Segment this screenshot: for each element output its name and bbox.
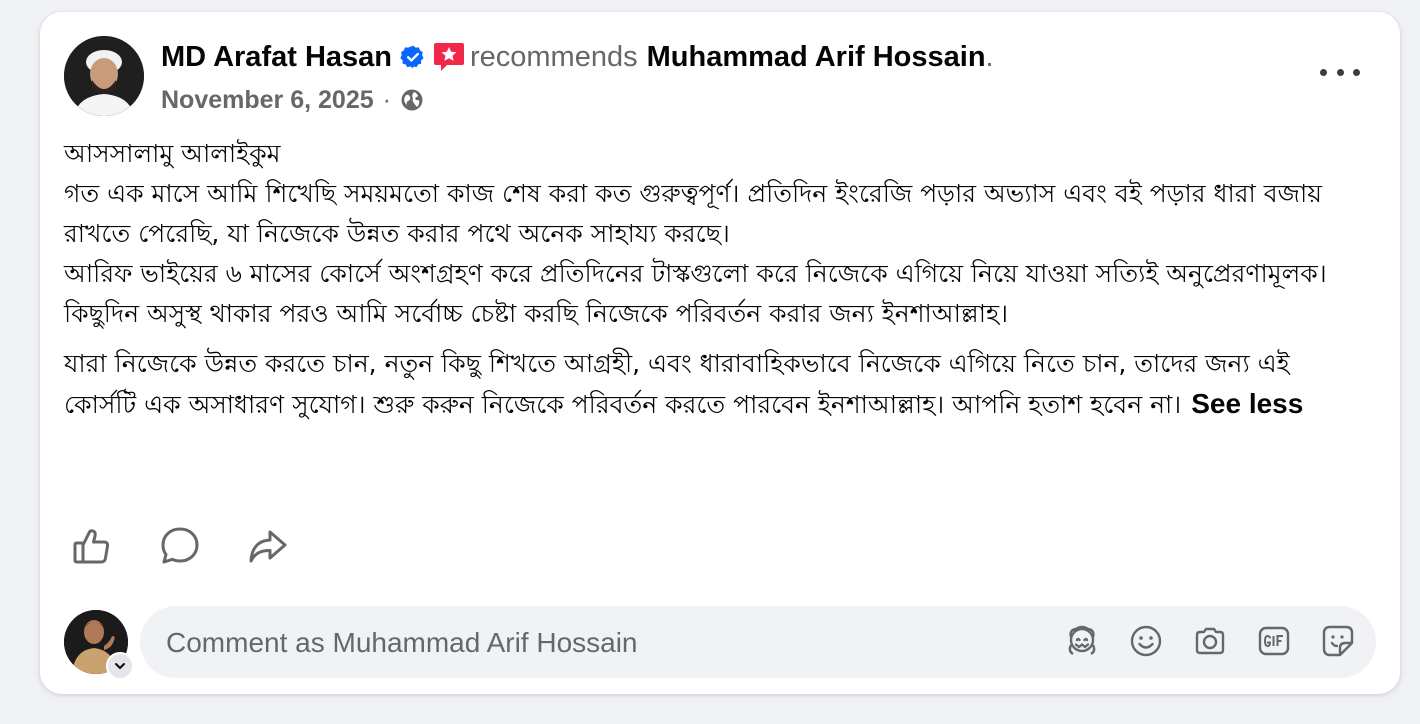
recommendation-star-icon: [432, 40, 466, 74]
body-line: গত এক মাসে আমি শিখেছি সময়মতো কাজ শেষ কর…: [64, 179, 1322, 248]
comment-input[interactable]: [164, 622, 1028, 664]
comment-composer: [64, 606, 1376, 680]
post-header: MD Arafat Hasan recommends Muhammad Arif…: [64, 36, 1376, 118]
meta-separator: ·: [382, 85, 391, 114]
body-line: যারা নিজেকে উন্নত করতে চান, নতুন কিছু শি…: [64, 349, 1290, 419]
body-line: আসসালামু আলাইকুম: [64, 139, 281, 168]
more-dot: [1320, 68, 1327, 76]
recommends-text: recommends: [469, 40, 638, 73]
share-arrow-icon[interactable]: [246, 524, 290, 568]
verified-badge-icon: [400, 44, 426, 70]
more-options-icon[interactable]: [1320, 60, 1360, 84]
post-title-line: MD Arafat Hasan recommends Muhammad Arif…: [161, 38, 994, 76]
comment-tools: [1064, 623, 1356, 659]
post-paragraph: আসসালামু আলাইকুম গত এক মাসে আমি শিখেছি স…: [64, 134, 1364, 334]
comment-box: [140, 606, 1376, 678]
recommended-page-name[interactable]: Muhammad Arif Hossain: [647, 41, 986, 74]
more-dot: [1336, 68, 1344, 76]
more-dot: [1353, 68, 1360, 76]
post-card: MD Arafat Hasan recommends Muhammad Arif…: [40, 12, 1400, 694]
chevron-down-icon[interactable]: [106, 652, 134, 680]
post-date[interactable]: November 6, 2025: [161, 86, 374, 115]
body-line: আরিফ ভাইয়ের ৬ মাসের কোর্সে অংশগ্রহণ করে…: [64, 259, 1327, 328]
title-period: .: [985, 40, 994, 73]
camera-icon[interactable]: [1192, 623, 1228, 659]
globe-icon[interactable]: [400, 88, 424, 112]
emoji-icon[interactable]: [1128, 623, 1164, 659]
header-text: MD Arafat Hasan recommends Muhammad Arif…: [161, 38, 994, 120]
see-less-link[interactable]: See less: [1191, 388, 1303, 419]
post-paragraph: যারা নিজেকে উন্নত করতে চান, নতুন কিছু শি…: [64, 344, 1364, 425]
post-body: আসসালামু আলাইকুম গত এক মাসে আমি শিখেছি স…: [64, 134, 1364, 425]
avatar-sticker-icon[interactable]: [1064, 623, 1100, 659]
sticker-icon[interactable]: [1320, 623, 1356, 659]
author-name[interactable]: MD Arafat Hasan: [161, 41, 392, 74]
post-actions: [70, 524, 290, 568]
thumbs-up-icon[interactable]: [70, 524, 114, 568]
comment-bubble-icon[interactable]: [158, 524, 202, 568]
gif-icon[interactable]: [1256, 623, 1292, 659]
author-avatar[interactable]: [64, 36, 144, 116]
post-meta: November 6, 2025 ·: [161, 80, 994, 120]
